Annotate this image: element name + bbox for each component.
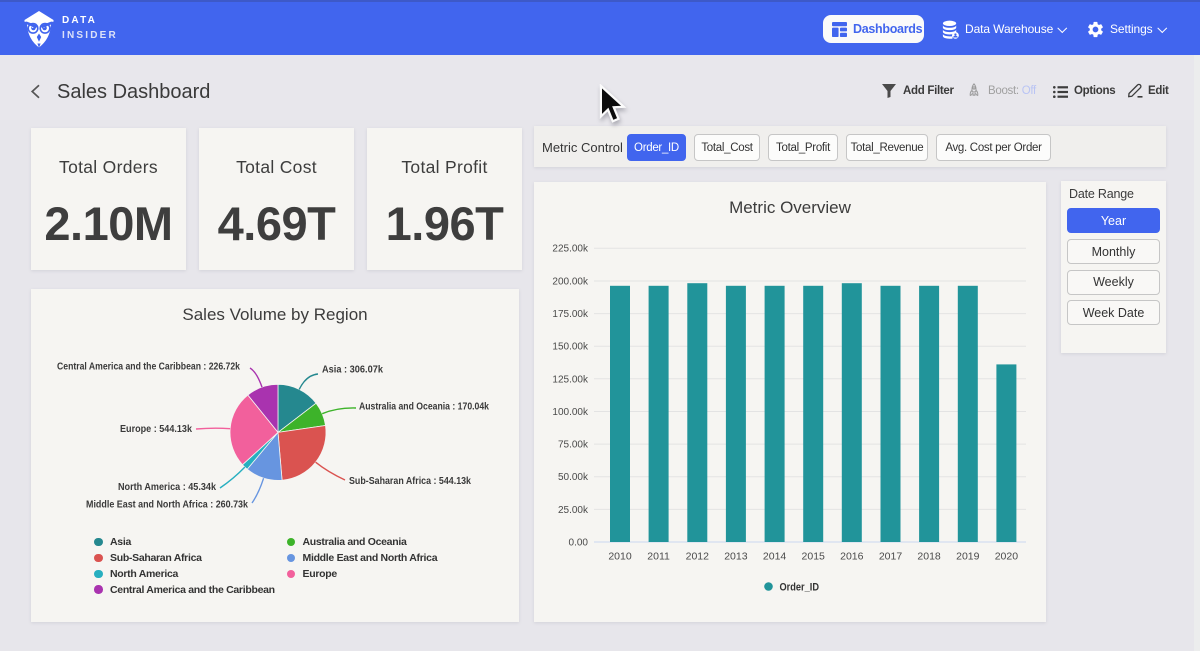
svg-text:100.00k: 100.00k — [552, 407, 589, 418]
svg-text:North America : 45.34k: North America : 45.34k — [118, 481, 216, 493]
svg-text:2011: 2011 — [647, 551, 670, 563]
svg-text:Central America and the Caribb: Central America and the Caribbean : 226.… — [57, 361, 240, 373]
svg-text:Europe : 544.13k: Europe : 544.13k — [120, 423, 192, 435]
svg-text:0.00: 0.00 — [569, 537, 589, 548]
svg-text:2016: 2016 — [840, 551, 864, 563]
svg-text:2010: 2010 — [608, 551, 632, 563]
svg-text:2018: 2018 — [917, 551, 941, 563]
svg-text:25.00k: 25.00k — [558, 505, 589, 516]
svg-text:2013: 2013 — [724, 551, 748, 563]
svg-text:125.00k: 125.00k — [552, 374, 589, 385]
svg-text:2020: 2020 — [995, 551, 1019, 563]
svg-text:50.00k: 50.00k — [558, 472, 589, 483]
svg-text:Australia and Oceania : 170.04: Australia and Oceania : 170.04k — [359, 401, 489, 413]
svg-text:Middle East and North Africa :: Middle East and North Africa : 260.73k — [86, 499, 248, 511]
svg-text:Sub-Saharan Africa : 544.13k: Sub-Saharan Africa : 544.13k — [349, 475, 471, 487]
svg-text:225.00k: 225.00k — [552, 244, 589, 255]
svg-text:2017: 2017 — [879, 551, 903, 563]
svg-text:175.00k: 175.00k — [552, 309, 589, 320]
svg-text:2015: 2015 — [802, 551, 826, 563]
svg-text:150.00k: 150.00k — [552, 342, 589, 353]
svg-text:Order_ID: Order_ID — [780, 582, 820, 594]
svg-text:2014: 2014 — [763, 551, 787, 563]
svg-text:2019: 2019 — [956, 551, 980, 563]
svg-text:Asia : 306.07k: Asia : 306.07k — [322, 364, 383, 376]
svg-text:75.00k: 75.00k — [558, 440, 589, 451]
svg-text:2012: 2012 — [686, 551, 710, 563]
svg-text:200.00k: 200.00k — [552, 276, 589, 287]
